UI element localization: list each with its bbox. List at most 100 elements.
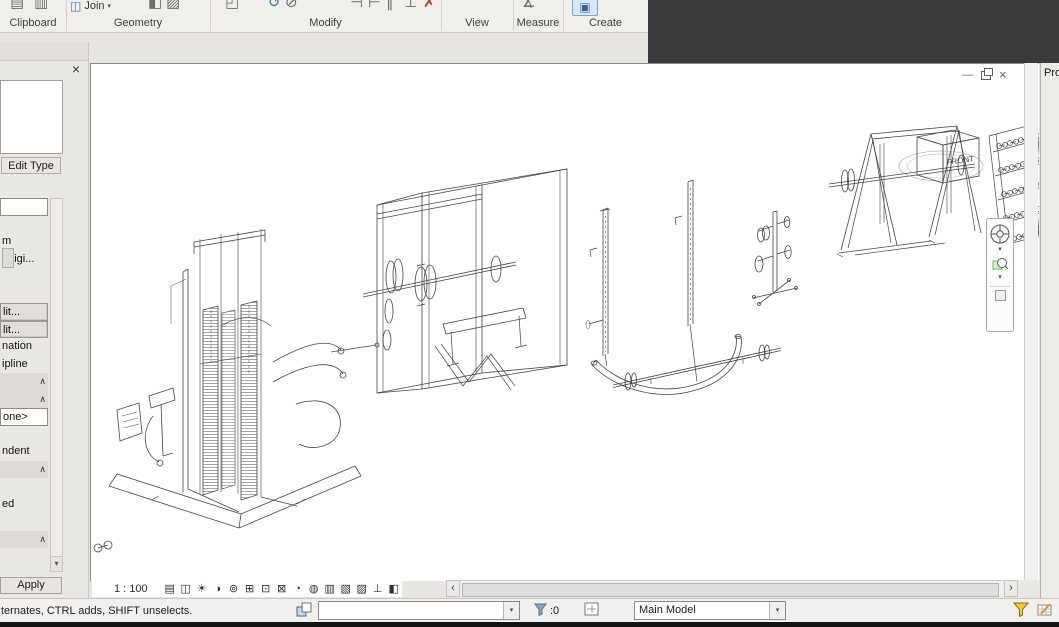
array-icon[interactable]: ⊥ [404, 0, 417, 12]
editable-only-icon[interactable] [1037, 601, 1053, 618]
property-row [0, 268, 48, 286]
front-cube-annotation[interactable]: FRONT [898, 129, 984, 184]
reveal-constraints-icon[interactable]: ⊥ [370, 582, 386, 595]
property-row[interactable]: nation [0, 338, 48, 356]
navbar-options-icon[interactable] [994, 290, 1006, 301]
dumbbell-model[interactable] [93, 540, 113, 553]
property-section-row[interactable]: ∧ [0, 460, 48, 478]
scale-button[interactable]: 1 : 100 [114, 583, 148, 595]
project-browser-panel[interactable]: Pro [1040, 63, 1059, 598]
mirror-icon[interactable]: ∥ [386, 0, 394, 12]
ribbon-panel-measure: Measure [513, 0, 564, 31]
property-section-row[interactable]: ∧ [0, 390, 48, 408]
align-icon[interactable]: ⊣ [350, 0, 363, 12]
filter-icon[interactable] [1013, 601, 1029, 618]
sun-path-icon[interactable]: ☀ [194, 582, 210, 595]
horizontal-scrollbar-thumb[interactable] [462, 583, 999, 597]
property-row[interactable]: ipline [0, 356, 48, 374]
multi-gym-model[interactable] [108, 229, 380, 529]
property-section-row[interactable]: ∧ [0, 530, 48, 548]
visual-style-icon[interactable]: ◫ [178, 582, 194, 595]
section-collapse-icon[interactable]: ∧ [39, 376, 46, 386]
apply-coping-icon[interactable]: ▨ [166, 0, 180, 12]
edit-type-button[interactable]: Edit Type [1, 157, 61, 174]
zoom-icon[interactable] [991, 255, 1009, 273]
section-collapse-icon[interactable]: ∧ [39, 394, 46, 404]
cut-geometry-icon[interactable]: ◧ [148, 0, 162, 12]
close-icon[interactable]: × [68, 62, 84, 78]
power-cage-model[interactable] [362, 168, 568, 394]
worksharing-display-icon[interactable]: ◧ [386, 582, 402, 595]
properties-palette-titlebar[interactable] [0, 42, 88, 61]
create-group-icon[interactable]: ▣ [572, 0, 598, 16]
reveal-hidden-elements-icon[interactable]: ◍ [306, 582, 322, 595]
panel-label[interactable]: View [441, 17, 513, 29]
palette-scrollbar[interactable]: ▾ [50, 198, 63, 572]
worksets-icon[interactable] [296, 601, 314, 619]
cut-icon[interactable]: ▥ [34, 0, 48, 12]
scroll-right-icon[interactable]: › [1004, 580, 1018, 597]
view-control-bar: 1 : 100 ▤ ◫ ☀ ◑ ⊚ ⊞ ⊡ ⊠ ◔ ◍ ▥ ▧ ▨ ⊥ ◧ [92, 580, 402, 597]
smith-machine-model[interactable] [828, 125, 982, 258]
property-section-row[interactable]: ∧ [0, 373, 48, 391]
hide-analytical-model-icon[interactable]: ▧ [338, 582, 354, 595]
split-icon[interactable]: ⊘ [285, 0, 298, 12]
property-row[interactable]: lit... [0, 303, 48, 321]
panel-label[interactable]: Measure [513, 17, 563, 29]
type-selector[interactable] [0, 80, 63, 154]
panel-label[interactable]: Geometry [66, 17, 210, 29]
modify-select-icon[interactable]: ◰ [225, 0, 239, 12]
shadows-icon[interactable]: ◑ [210, 583, 226, 595]
taskbar-edge [0, 622, 1059, 627]
weight-tree-model[interactable] [752, 210, 798, 306]
apply-button[interactable]: Apply [0, 577, 62, 594]
panel-label[interactable]: Modify [210, 17, 441, 29]
property-row[interactable] [0, 198, 48, 216]
property-row[interactable]: ndent [0, 443, 48, 461]
steering-wheel-icon[interactable] [989, 223, 1011, 245]
paste-icon[interactable]: ▤ [10, 0, 24, 12]
workset-select[interactable]: ▾ [318, 601, 520, 620]
property-row [0, 513, 48, 531]
chevron-down-icon[interactable]: ▾ [503, 602, 519, 619]
minimize-icon[interactable]: — [962, 69, 973, 81]
section-collapse-icon[interactable]: ∧ [39, 464, 46, 474]
rotate-icon[interactable]: ↺ [268, 0, 281, 12]
selection-filter-icon[interactable] [534, 603, 547, 617]
section-collapse-icon[interactable]: ∧ [39, 534, 46, 544]
panel-label[interactable]: Clipboard [0, 17, 66, 29]
horizontal-scrollbar[interactable] [460, 580, 1004, 597]
crop-view-icon[interactable]: ⊞ [242, 582, 258, 595]
temporary-view-properties-icon[interactable]: ▥ [322, 582, 338, 595]
chevron-down-icon[interactable]: ▾ [769, 602, 785, 619]
panel-label[interactable]: Create [563, 17, 648, 29]
property-row[interactable]: ed [0, 496, 48, 514]
rendering-dialog-icon[interactable]: ⊚ [226, 582, 242, 595]
show-crop-region-icon[interactable]: ⊡ [258, 582, 274, 595]
design-options-icon[interactable] [584, 601, 601, 618]
offset-icon[interactable]: ⊢ [368, 0, 381, 12]
desktop-background [648, 0, 1059, 63]
vertical-scrollbar[interactable] [1024, 63, 1038, 580]
property-row [0, 478, 48, 496]
lock-view-icon[interactable]: ⊠ [274, 582, 290, 595]
property-row[interactable]: lit... [0, 320, 48, 338]
chevron-down-icon[interactable]: ▾ [998, 274, 1002, 282]
measure-icon[interactable]: ∡ [522, 0, 535, 12]
join-button[interactable]: ◫ Join ▾ [70, 0, 111, 13]
drawing-canvas[interactable]: FRONT [90, 63, 1039, 581]
close-view-icon[interactable]: × [999, 68, 1007, 81]
property-row[interactable]: one> [0, 408, 48, 426]
scroll-left-icon[interactable]: ‹ [446, 580, 460, 597]
design-option-select[interactable]: Main Model ▾ [634, 601, 786, 620]
detail-level-icon[interactable]: ▤ [162, 582, 178, 595]
barbell-model[interactable] [612, 344, 782, 391]
chevron-down-icon: ▾ [107, 2, 112, 10]
scroll-down-icon[interactable]: ▾ [51, 556, 62, 571]
temporary-hide-isolate-icon[interactable]: ◔ [290, 583, 306, 595]
highlight-displacement-icon[interactable]: ▨ [354, 582, 370, 595]
vertical-scrollbar-thumb[interactable] [1, 248, 14, 268]
delete-icon[interactable]: ✗ [423, 0, 436, 12]
restore-icon[interactable] [981, 67, 993, 80]
chevron-down-icon[interactable]: ▾ [998, 246, 1002, 254]
